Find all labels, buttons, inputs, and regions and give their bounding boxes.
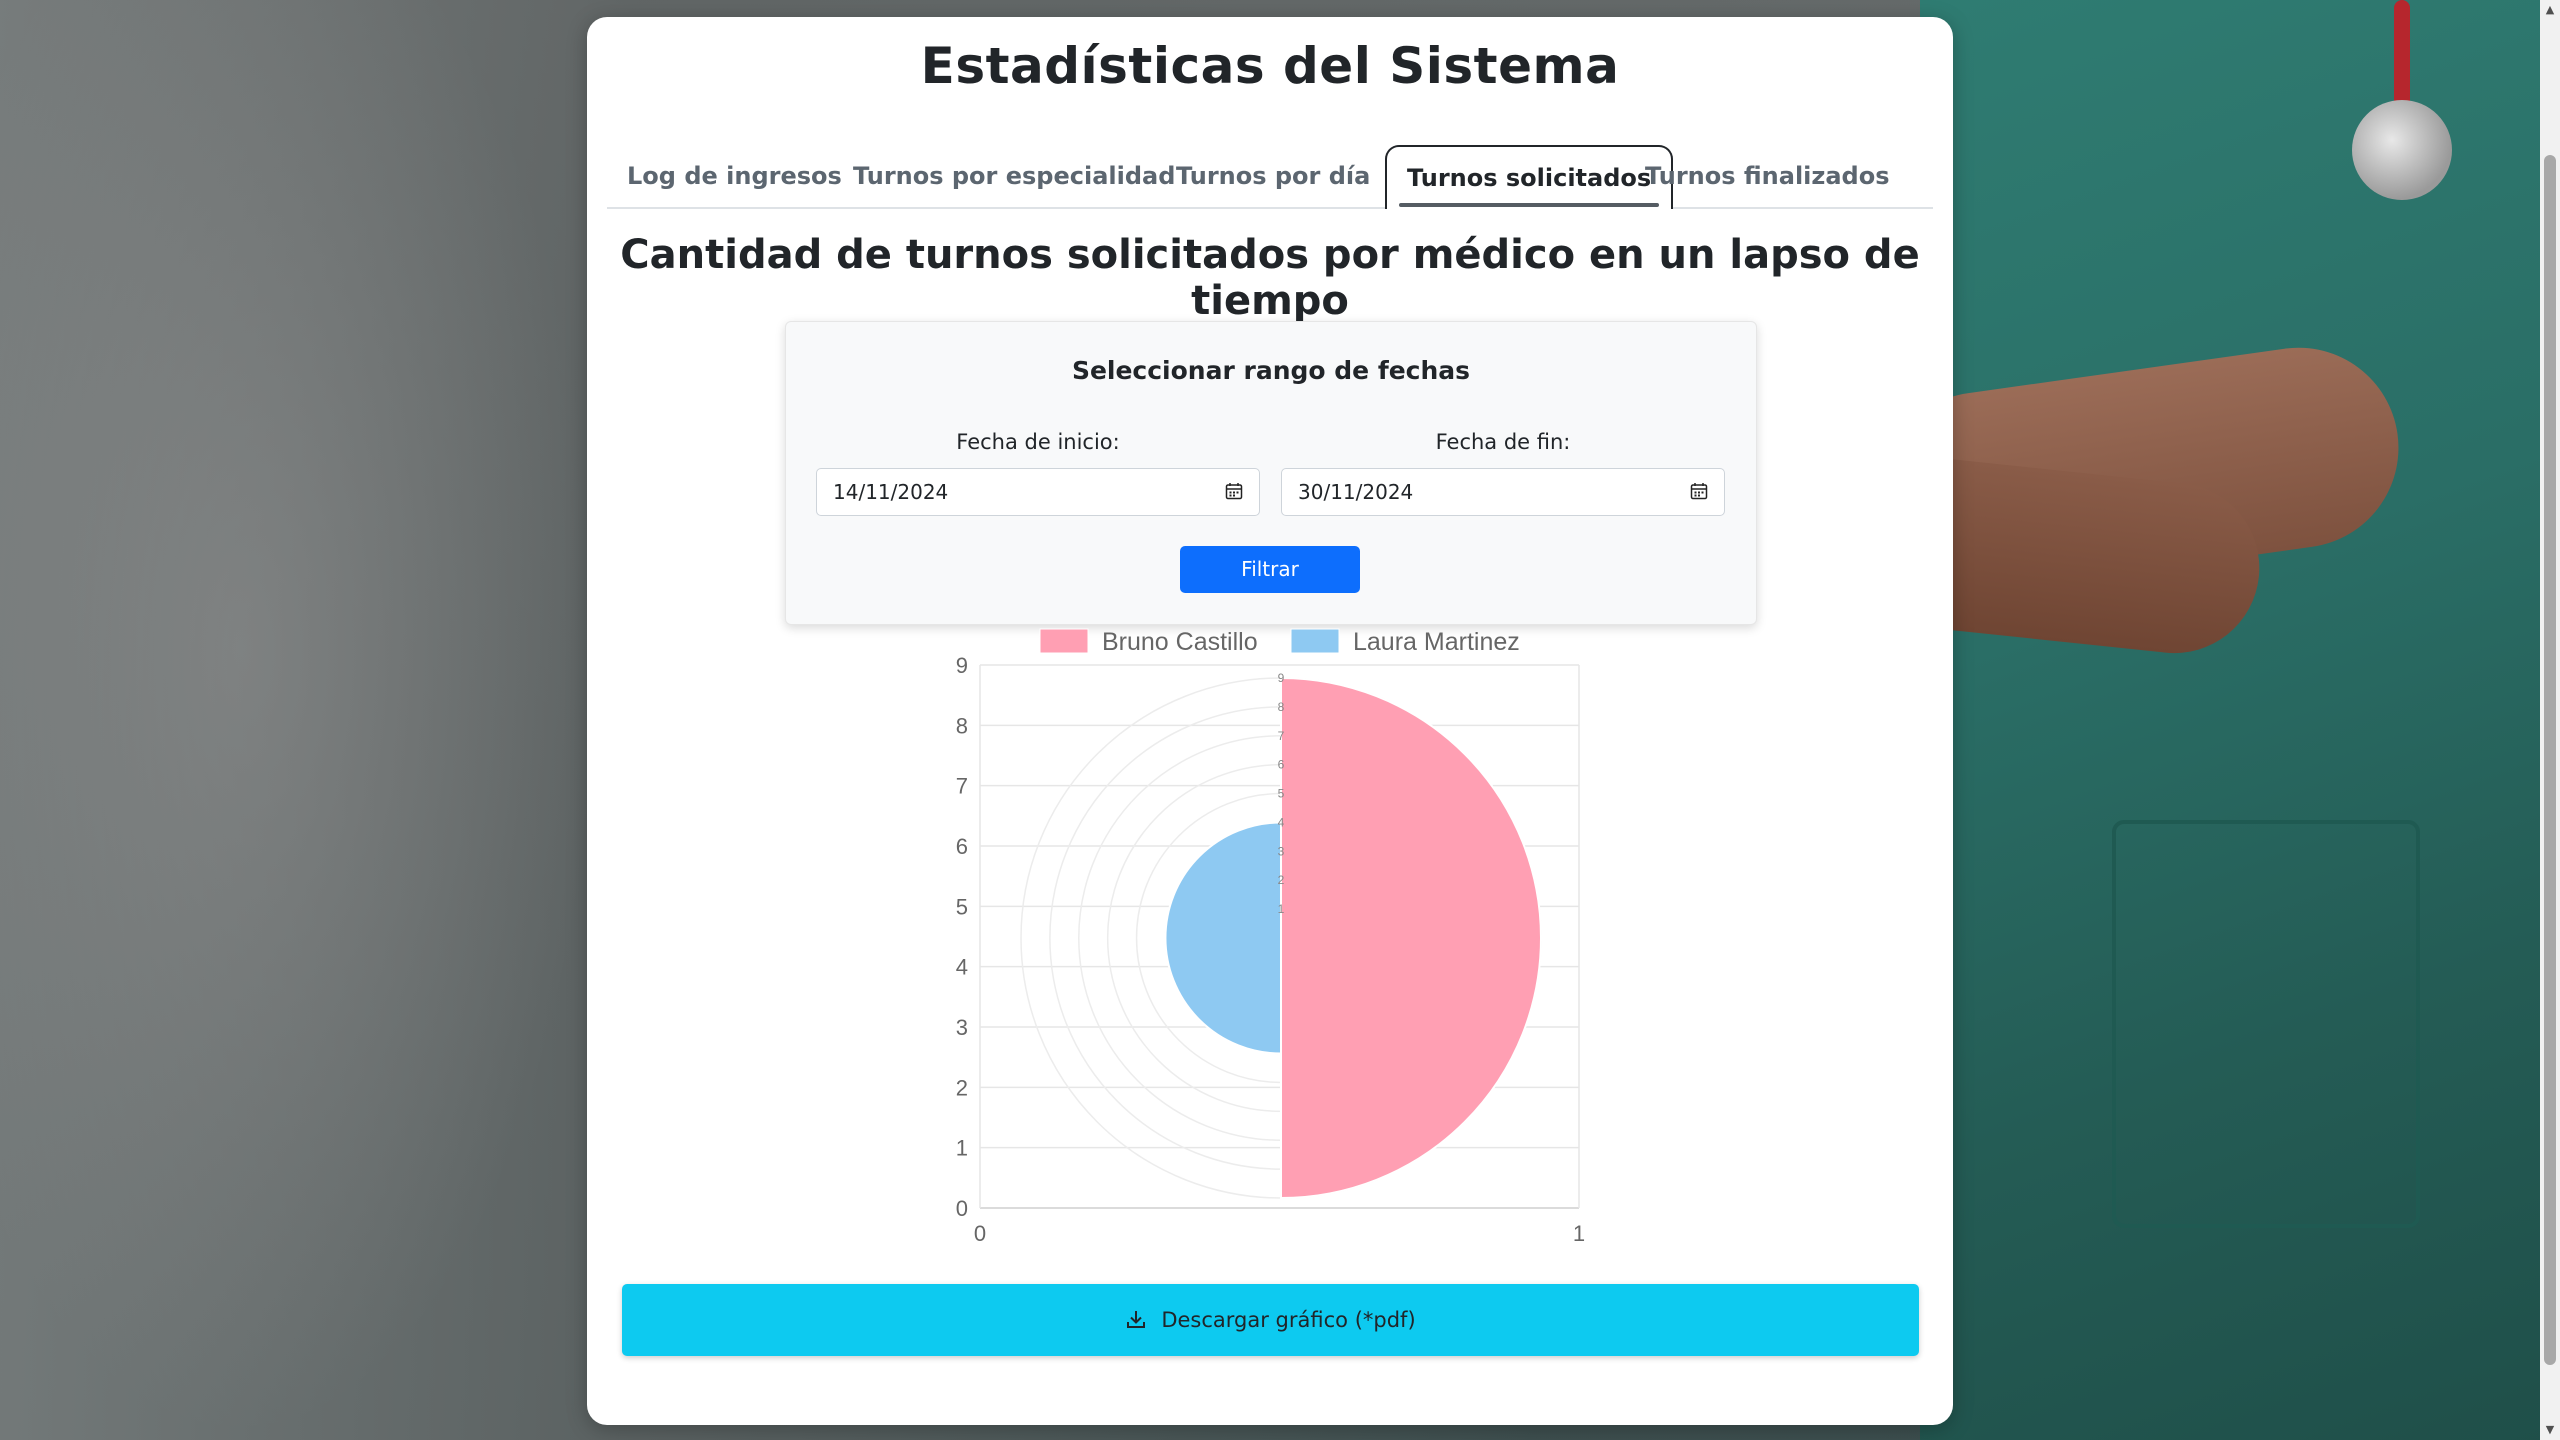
radial-tick-label: 4 — [1278, 815, 1285, 829]
y-tick-label: 6 — [956, 834, 968, 859]
radial-tick-label: 8 — [1278, 700, 1285, 714]
x-tick-label: 0 — [974, 1221, 986, 1246]
requested-appointments-chart: 0 1 2 3 4 5 6 7 8 9 0 1 1 2 3 4 5 6 7 8 9 Bruno Castillo Laura… — [956, 628, 1585, 1246]
legend-swatch — [1290, 628, 1340, 654]
y-tick-label: 9 — [956, 653, 968, 678]
radial-tick-label: 3 — [1278, 844, 1285, 858]
statistics-panel: Estadísticas del Sistema Log de ingresos… — [587, 17, 1953, 1425]
download-pdf-button[interactable]: Descargar gráfico (*pdf) — [622, 1284, 1919, 1356]
radial-tick-label: 7 — [1278, 729, 1285, 743]
radial-tick-label: 1 — [1278, 902, 1285, 916]
radial-tick-label: 6 — [1278, 758, 1285, 772]
y-tick-label: 3 — [956, 1015, 968, 1040]
download-label: Descargar gráfico (*pdf) — [1161, 1308, 1416, 1332]
scroll-down-arrow-icon[interactable]: ▼ — [2540, 1420, 2560, 1440]
radial-tick-label: 2 — [1278, 873, 1285, 887]
y-tick-label: 5 — [956, 894, 968, 919]
y-tick-label: 2 — [956, 1075, 968, 1100]
background-stethoscope-tube — [2394, 0, 2410, 110]
download-icon — [1127, 1311, 1146, 1328]
radial-tick-label: 9 — [1278, 671, 1285, 685]
polar-segment — [1164, 821, 1282, 1055]
y-tick-label: 0 — [956, 1196, 968, 1221]
scroll-up-arrow-icon[interactable]: ▲ — [2540, 0, 2560, 20]
y-tick-label: 7 — [956, 774, 968, 799]
x-tick-label: 1 — [1573, 1221, 1585, 1246]
radial-tick-label: 5 — [1278, 787, 1285, 801]
y-tick-label: 8 — [956, 713, 968, 738]
legend-label: Bruno Castillo — [1102, 628, 1258, 656]
y-tick-label: 1 — [956, 1136, 968, 1161]
y-tick-label: 4 — [956, 955, 968, 980]
background-stethoscope — [2352, 100, 2452, 200]
background-pocket — [2112, 820, 2420, 1228]
scroll-thumb[interactable] — [2544, 155, 2556, 1365]
page-scrollbar[interactable]: ▲ ▼ — [2540, 0, 2560, 1440]
legend-label: Laura Martinez — [1353, 628, 1520, 656]
polar-segment — [1280, 676, 1542, 1200]
legend-swatch — [1039, 628, 1089, 654]
background-figure — [0, 0, 600, 1440]
